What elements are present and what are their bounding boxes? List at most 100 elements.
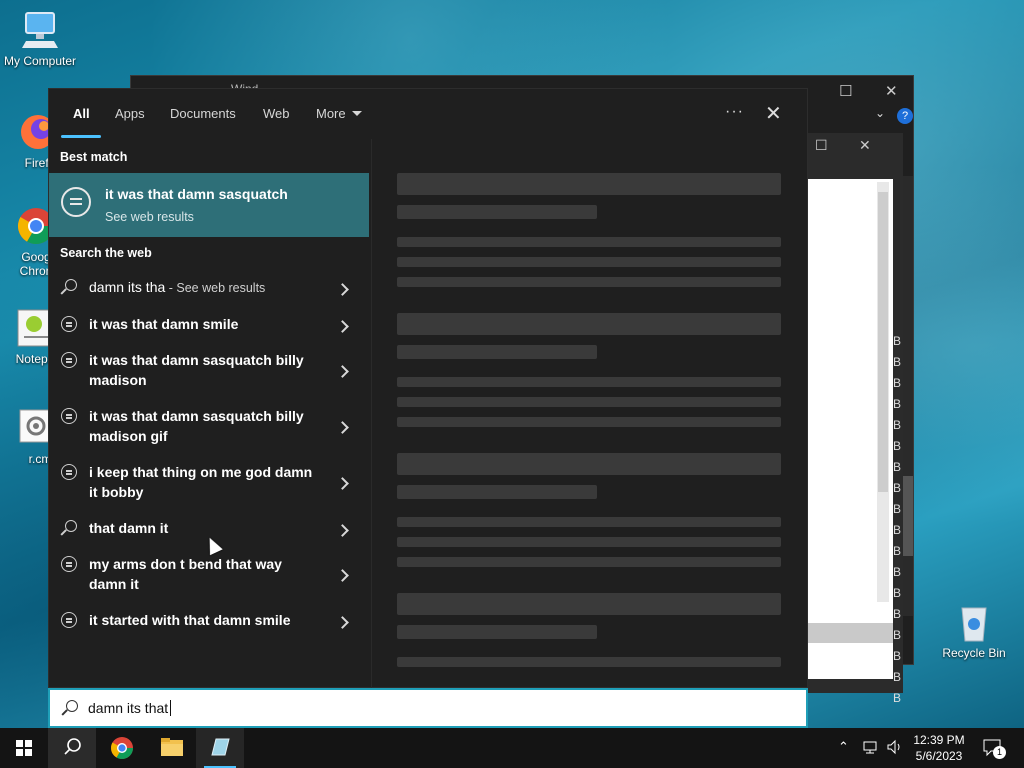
search-input[interactable]: damn its that	[48, 688, 808, 728]
my-computer-desktop-icon[interactable]: My Computer	[2, 10, 78, 68]
loading-placeholder	[397, 557, 781, 567]
folder-icon	[161, 738, 183, 756]
tab-all[interactable]: All	[73, 106, 90, 121]
notification-badge: 1	[993, 746, 1006, 759]
loading-placeholder	[397, 173, 781, 195]
taskbar-chrome-button[interactable]	[98, 728, 146, 768]
search-icon	[64, 738, 81, 755]
suggestion-text: it started with that damn smile	[89, 612, 291, 628]
suggestion-text: my arms don t bend that way damn it	[89, 556, 282, 592]
chevron-right-icon[interactable]	[337, 616, 349, 628]
search-suggestion[interactable]: my arms don t bend that way damn it	[49, 551, 369, 599]
loading-placeholder	[397, 257, 781, 267]
loading-placeholder	[397, 397, 781, 407]
tab-apps[interactable]: Apps	[115, 106, 145, 121]
text-caret	[170, 700, 172, 716]
tab-more-label: More	[316, 106, 346, 121]
chevron-right-icon[interactable]	[337, 365, 349, 377]
search-icon	[62, 700, 78, 716]
loading-placeholder	[397, 277, 781, 287]
search-icon	[61, 520, 77, 536]
suggestion-text: i keep that thing on me god damn it bobb…	[89, 464, 313, 500]
chat-icon	[61, 352, 77, 368]
help-button[interactable]: ?	[897, 108, 913, 124]
close-search-button[interactable]: ✕	[765, 101, 782, 126]
network-icon[interactable]	[862, 738, 880, 768]
b-letter: B	[893, 334, 902, 348]
windows-search-panel: All Apps Documents Web More ··· ✕ Best m…	[48, 88, 808, 689]
loading-placeholder	[397, 593, 781, 615]
loading-placeholder	[397, 537, 781, 547]
tab-more[interactable]: More	[316, 106, 362, 121]
loading-placeholder	[397, 377, 781, 387]
b-letter: B	[893, 670, 902, 684]
b-letter: B	[893, 586, 902, 600]
windows-logo-icon	[16, 740, 32, 756]
search-input-value[interactable]: damn its that	[88, 700, 172, 716]
volume-icon[interactable]	[886, 738, 904, 768]
caret-down-icon	[351, 111, 362, 116]
b-letter: B	[893, 607, 902, 621]
loading-placeholder	[397, 237, 781, 247]
recycle-bin-desktop-icon[interactable]: Recycle Bin	[936, 602, 1012, 660]
b-letter: B	[893, 523, 902, 537]
loading-placeholder	[397, 485, 597, 499]
taskbar-search-button[interactable]	[48, 728, 96, 768]
b-letter: B	[893, 544, 902, 558]
maximize-button[interactable]: ☐	[839, 82, 852, 100]
b-letter: B	[893, 376, 902, 390]
chevron-right-icon[interactable]	[337, 524, 349, 536]
computer-icon	[18, 10, 62, 50]
maximize-button[interactable]: ☐	[815, 137, 828, 154]
chrome-icon	[111, 737, 133, 759]
search-icon	[61, 279, 77, 295]
tab-web[interactable]: Web	[263, 106, 290, 121]
b-letter: B	[893, 439, 902, 453]
search-suggestion[interactable]: i keep that thing on me god damn it bobb…	[49, 459, 369, 507]
loading-placeholder	[397, 313, 781, 335]
b-letter: B	[893, 418, 902, 432]
search-suggestion[interactable]: damn its tha - See web results	[49, 275, 369, 303]
taskbar-app-button[interactable]	[196, 728, 244, 768]
chat-icon	[61, 464, 77, 480]
loading-placeholder	[397, 345, 597, 359]
chat-icon	[61, 408, 77, 424]
search-suggestion[interactable]: it was that damn smile	[49, 311, 369, 339]
more-options-button[interactable]: ···	[725, 103, 744, 121]
clock-time: 12:39 PM	[913, 733, 965, 747]
chat-icon	[61, 316, 77, 332]
tab-documents[interactable]: Documents	[170, 106, 236, 121]
dialog-vscrollbar[interactable]	[877, 182, 889, 602]
chevron-right-icon[interactable]	[337, 421, 349, 433]
desktop-icon-label: Recycle Bin	[942, 646, 1006, 660]
chevron-right-icon[interactable]	[337, 477, 349, 489]
suggestion-text: damn its tha - See web results	[89, 277, 329, 298]
search-suggestion[interactable]: it was that damn sasquatch billy madison	[49, 347, 369, 395]
search-suggestion[interactable]: it started with that damn smile	[49, 607, 369, 635]
chevron-right-icon[interactable]	[337, 320, 349, 332]
chat-icon	[61, 556, 77, 572]
close-dialog-button[interactable]: ✕	[859, 137, 871, 154]
suggestion-text: it was that damn sasquatch billy madison	[89, 352, 304, 388]
start-button[interactable]	[0, 728, 48, 768]
close-window-button[interactable]: ✕	[885, 82, 898, 100]
scroll-thumb[interactable]	[878, 192, 888, 492]
dialog-hscrollbar[interactable]	[807, 623, 893, 643]
best-match-heading: Best match	[60, 150, 128, 164]
search-suggestion[interactable]: it was that damn sasquatch billy madison…	[49, 403, 369, 451]
column-divider	[371, 139, 372, 689]
chevron-down-icon[interactable]: ⌄	[875, 106, 885, 120]
system-clock[interactable]: 12:39 PM 5/6/2023	[904, 732, 974, 764]
action-center-button[interactable]: 1	[982, 738, 1006, 768]
taskbar-file-explorer-button[interactable]	[148, 728, 196, 768]
chevron-up-icon[interactable]: ⌃	[838, 739, 849, 768]
b-letter: B	[893, 397, 902, 411]
b-letter: B	[893, 691, 902, 705]
clock-date: 5/6/2023	[915, 749, 963, 763]
search-query-text: damn its that	[88, 700, 169, 716]
b-letter: B	[893, 565, 902, 579]
chevron-right-icon[interactable]	[337, 283, 349, 295]
best-match-item[interactable]: it was that damn sasquatch See web resul…	[49, 173, 369, 237]
loading-placeholder	[397, 205, 597, 219]
chevron-right-icon[interactable]	[337, 569, 349, 581]
